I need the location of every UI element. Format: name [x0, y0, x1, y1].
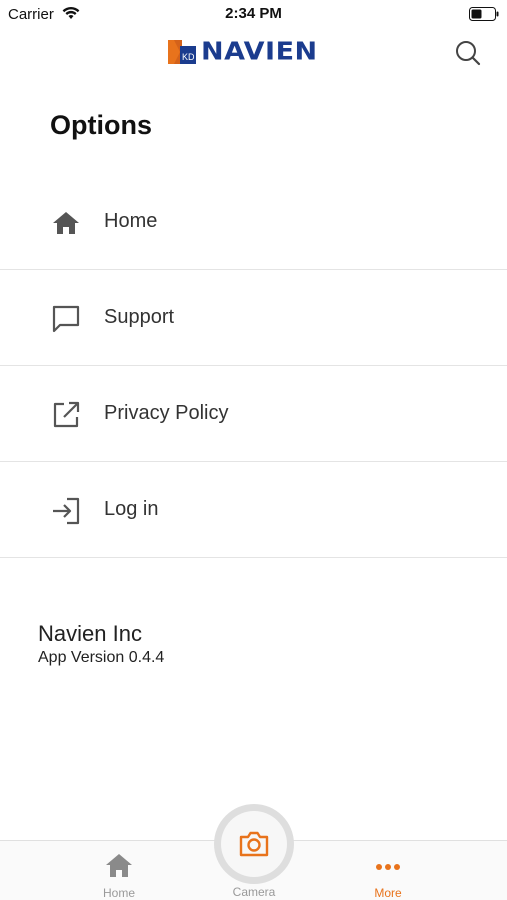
navien-logo[interactable]: KD NAVIEN: [168, 39, 318, 65]
menu-item-home[interactable]: Home: [0, 174, 507, 270]
options-menu: Home Support Privacy Policy Log in: [0, 174, 507, 558]
menu-item-label: Privacy Policy: [104, 402, 229, 424]
app-version: App Version 0.4.4: [38, 649, 165, 666]
login-icon: [53, 497, 80, 525]
tab-label: Home: [102, 886, 135, 900]
more-dots-icon: [376, 864, 400, 870]
home-icon: [53, 212, 79, 234]
menu-item-privacy-policy[interactable]: Privacy Policy: [0, 366, 507, 462]
menu-item-support[interactable]: Support: [0, 270, 507, 366]
camera-button-inner: [221, 811, 287, 877]
camera-button[interactable]: [214, 804, 294, 884]
navien-logo-mark-icon: KD: [168, 40, 196, 64]
status-bar: Carrier 2:34 PM: [0, 0, 507, 28]
logo-text: NAVIEN: [201, 37, 318, 66]
chat-bubble-icon: [52, 305, 80, 333]
tab-label-camera: Camera: [232, 885, 276, 899]
search-icon[interactable]: [453, 38, 483, 68]
battery-icon: [469, 7, 499, 21]
tab-more[interactable]: More: [348, 841, 428, 900]
tab-home[interactable]: Home: [79, 841, 159, 900]
logo-badge: KD: [182, 52, 195, 62]
page-title: Options: [50, 110, 152, 140]
camera-icon: [239, 831, 269, 857]
menu-item-label: Support: [104, 306, 175, 328]
status-time: 2:34 PM: [225, 5, 282, 22]
menu-item-label: Log in: [104, 498, 159, 520]
app-header: KD NAVIEN: [0, 28, 507, 78]
menu-item-label: Home: [104, 210, 158, 232]
menu-item-log-in[interactable]: Log in: [0, 462, 507, 558]
external-link-icon: [53, 401, 80, 428]
company-name: Navien Inc: [38, 621, 142, 646]
home-icon: [106, 854, 132, 877]
tab-label: More: [374, 886, 402, 900]
